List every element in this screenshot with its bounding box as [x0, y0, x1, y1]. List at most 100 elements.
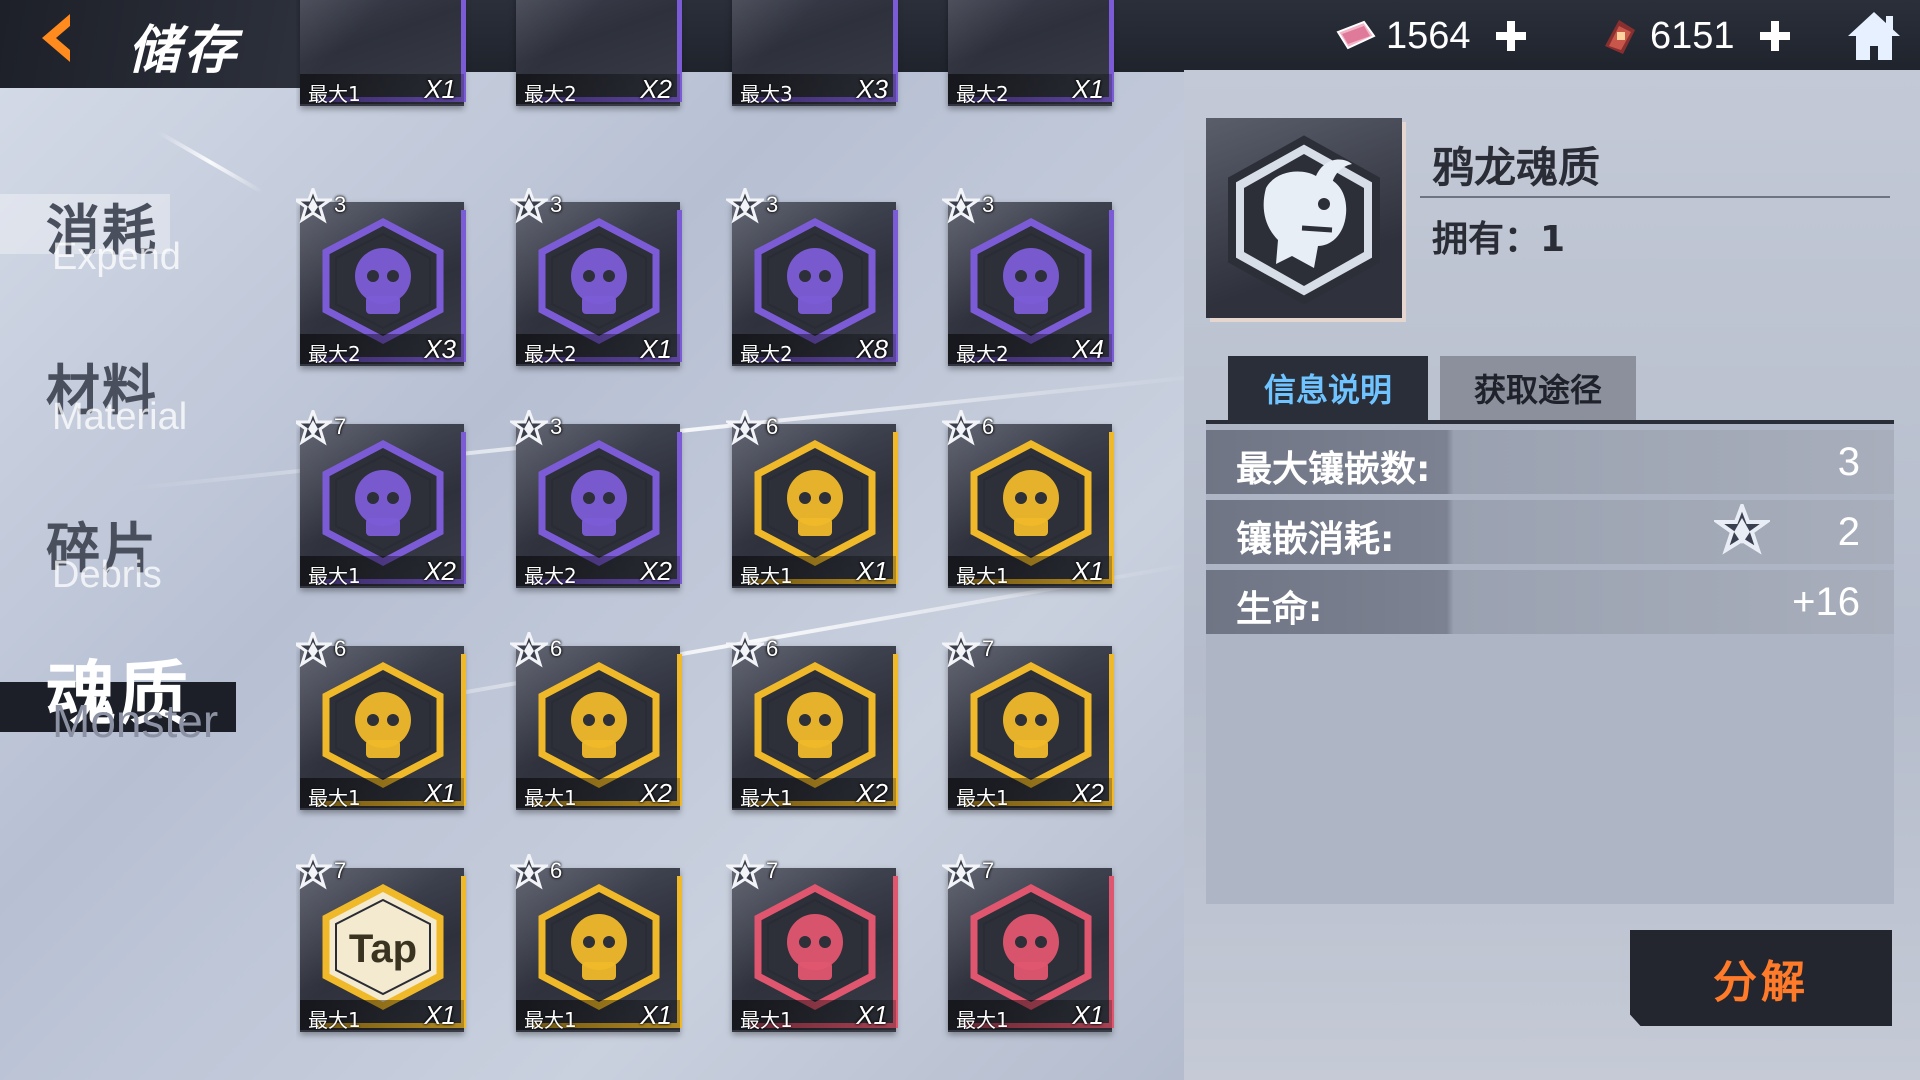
detail-name: 鸦龙魂质	[1432, 143, 1601, 192]
item-level: 6	[334, 636, 347, 661]
hooded-girl-icon	[970, 218, 1092, 344]
pyramid-eye-icon	[970, 662, 1092, 788]
item-card[interactable]: 6 最大1 X1	[510, 854, 682, 1032]
dragon-face-icon	[754, 884, 876, 1010]
detail-owned: 拥有：1	[1432, 219, 1566, 260]
item-qty: X3	[424, 334, 456, 364]
nav-label-en: Debris	[52, 554, 162, 596]
item-max: 最大1	[524, 1008, 577, 1032]
item-level: 6	[982, 414, 995, 439]
item-card[interactable]: 7 最大1 X1	[942, 854, 1114, 1032]
nav-debris[interactable]: 碎片 Debris	[0, 504, 250, 614]
item-card-partial[interactable]: 最大2 X1	[944, 0, 1114, 106]
star-level-icon	[296, 854, 332, 890]
item-max: 最大2	[524, 82, 577, 106]
item-max: 最大2	[956, 82, 1009, 106]
shadow-tree-icon	[538, 440, 660, 566]
item-max: 最大2	[740, 342, 793, 366]
item-card[interactable]: 3 最大2 X1	[510, 188, 682, 366]
star-level-icon	[942, 854, 980, 890]
skull-helmet-icon	[322, 218, 444, 344]
item-card-partial[interactable]: 最大1 X1	[296, 0, 466, 106]
page-title: 储存	[128, 20, 241, 81]
item-max: 最大1	[308, 786, 361, 810]
item-qty: X2	[640, 556, 672, 586]
item-qty: X2	[1072, 778, 1104, 808]
star-level-icon	[510, 188, 548, 224]
item-max: 最大1	[956, 564, 1009, 588]
item-card[interactable]: 6 最大1 X2	[510, 632, 682, 810]
back-arrow-icon	[42, 14, 70, 62]
nav-material[interactable]: 材料 Material	[0, 346, 250, 456]
item-level: 7	[982, 858, 995, 883]
star-level-icon	[726, 854, 764, 890]
item-max: 最大1	[308, 564, 361, 588]
plus-icon	[1495, 21, 1526, 51]
item-max: 最大1	[524, 786, 577, 810]
home-button[interactable]	[1842, 6, 1906, 66]
item-level: 6	[766, 414, 779, 439]
stat-value: 2	[1837, 510, 1860, 554]
star-level-icon	[942, 188, 980, 224]
horned-demon-icon	[970, 884, 1092, 1010]
item-max: 最大1	[308, 1008, 361, 1032]
item-max: 最大2	[524, 564, 577, 588]
stat-row: 生命: +16	[1206, 570, 1894, 634]
item-level: 6	[766, 636, 779, 661]
item-qty: X2	[424, 556, 456, 586]
star-level-icon	[726, 632, 764, 668]
item-card[interactable]: 7 最大1 X2	[296, 410, 466, 588]
item-card[interactable]: Tap 7 最大1 X1	[296, 854, 466, 1032]
item-card[interactable]: 3 最大2 X4	[942, 188, 1114, 366]
item-level: 3	[982, 192, 995, 217]
item-max: 最大2	[956, 342, 1009, 366]
item-card[interactable]: 6 最大1 X1	[726, 410, 898, 588]
item-card-partial[interactable]: 最大3 X3	[728, 0, 898, 106]
crowned-beast-icon	[322, 440, 444, 566]
item-qty: X1	[424, 1000, 456, 1030]
item-level: 6	[550, 858, 563, 883]
decompose-button[interactable]: 分解	[1630, 930, 1892, 1026]
item-card[interactable]: 7 最大1 X2	[942, 632, 1114, 810]
item-card[interactable]: 3 最大2 X2	[510, 410, 682, 588]
stat-value: 3	[1837, 440, 1860, 484]
add-chips-button[interactable]	[1753, 14, 1797, 58]
item-card[interactable]: 6 最大1 X1	[942, 410, 1114, 588]
nav-expend[interactable]: 消耗 Expend	[0, 186, 250, 296]
home-icon	[1848, 12, 1900, 60]
item-level: 3	[550, 414, 563, 439]
currency-chips: 6151	[1598, 10, 1797, 62]
item-max: 最大1	[956, 1008, 1009, 1032]
item-qty: X1	[424, 74, 456, 104]
star-level-icon	[296, 410, 332, 446]
grid-orb-icon	[538, 218, 660, 344]
item-card[interactable]: 3 最大2 X8	[726, 188, 898, 366]
item-qty: X1	[1072, 1000, 1104, 1030]
item-qty: X2	[856, 778, 888, 808]
item-qty: X3	[856, 74, 888, 104]
item-card[interactable]: 6 最大1 X2	[726, 632, 898, 810]
item-level: 7	[334, 414, 347, 439]
nav-label-en: Material	[52, 396, 188, 438]
item-card[interactable]: 6 最大1 X1	[296, 632, 466, 810]
hex-label: Tap	[349, 927, 417, 971]
item-max: 最大1	[308, 82, 361, 106]
beast-skull-icon	[322, 662, 444, 788]
tab-info[interactable]: 信息说明	[1228, 356, 1428, 420]
item-qty: X1	[856, 556, 888, 586]
item-card-partial[interactable]: 最大2 X2	[512, 0, 682, 106]
item-qty: X4	[1072, 334, 1104, 364]
item-max: 最大2	[308, 342, 361, 366]
item-qty: X2	[640, 74, 672, 104]
nav-label-en: Monster	[52, 695, 219, 747]
gem-count: 1564	[1386, 14, 1471, 57]
item-card[interactable]: 3 最大2 X3	[296, 188, 466, 366]
item-max: 最大1	[740, 1008, 793, 1032]
tab-source[interactable]: 获取途径	[1440, 356, 1636, 420]
back-button[interactable]	[18, 10, 90, 66]
stat-row: 最大镶嵌数: 3	[1206, 430, 1894, 494]
item-card[interactable]: 7 最大1 X1	[726, 854, 898, 1032]
item-grid: 最大1 X1 最大2 X2 最大3 X3 最大2 X1 3 最大2 X3 3 最大2 X1 3 最大2 X8 3 最…	[296, 0, 1136, 1080]
add-gems-button[interactable]	[1489, 14, 1533, 58]
nav-monster[interactable]: 魂质 Monster	[0, 652, 250, 762]
